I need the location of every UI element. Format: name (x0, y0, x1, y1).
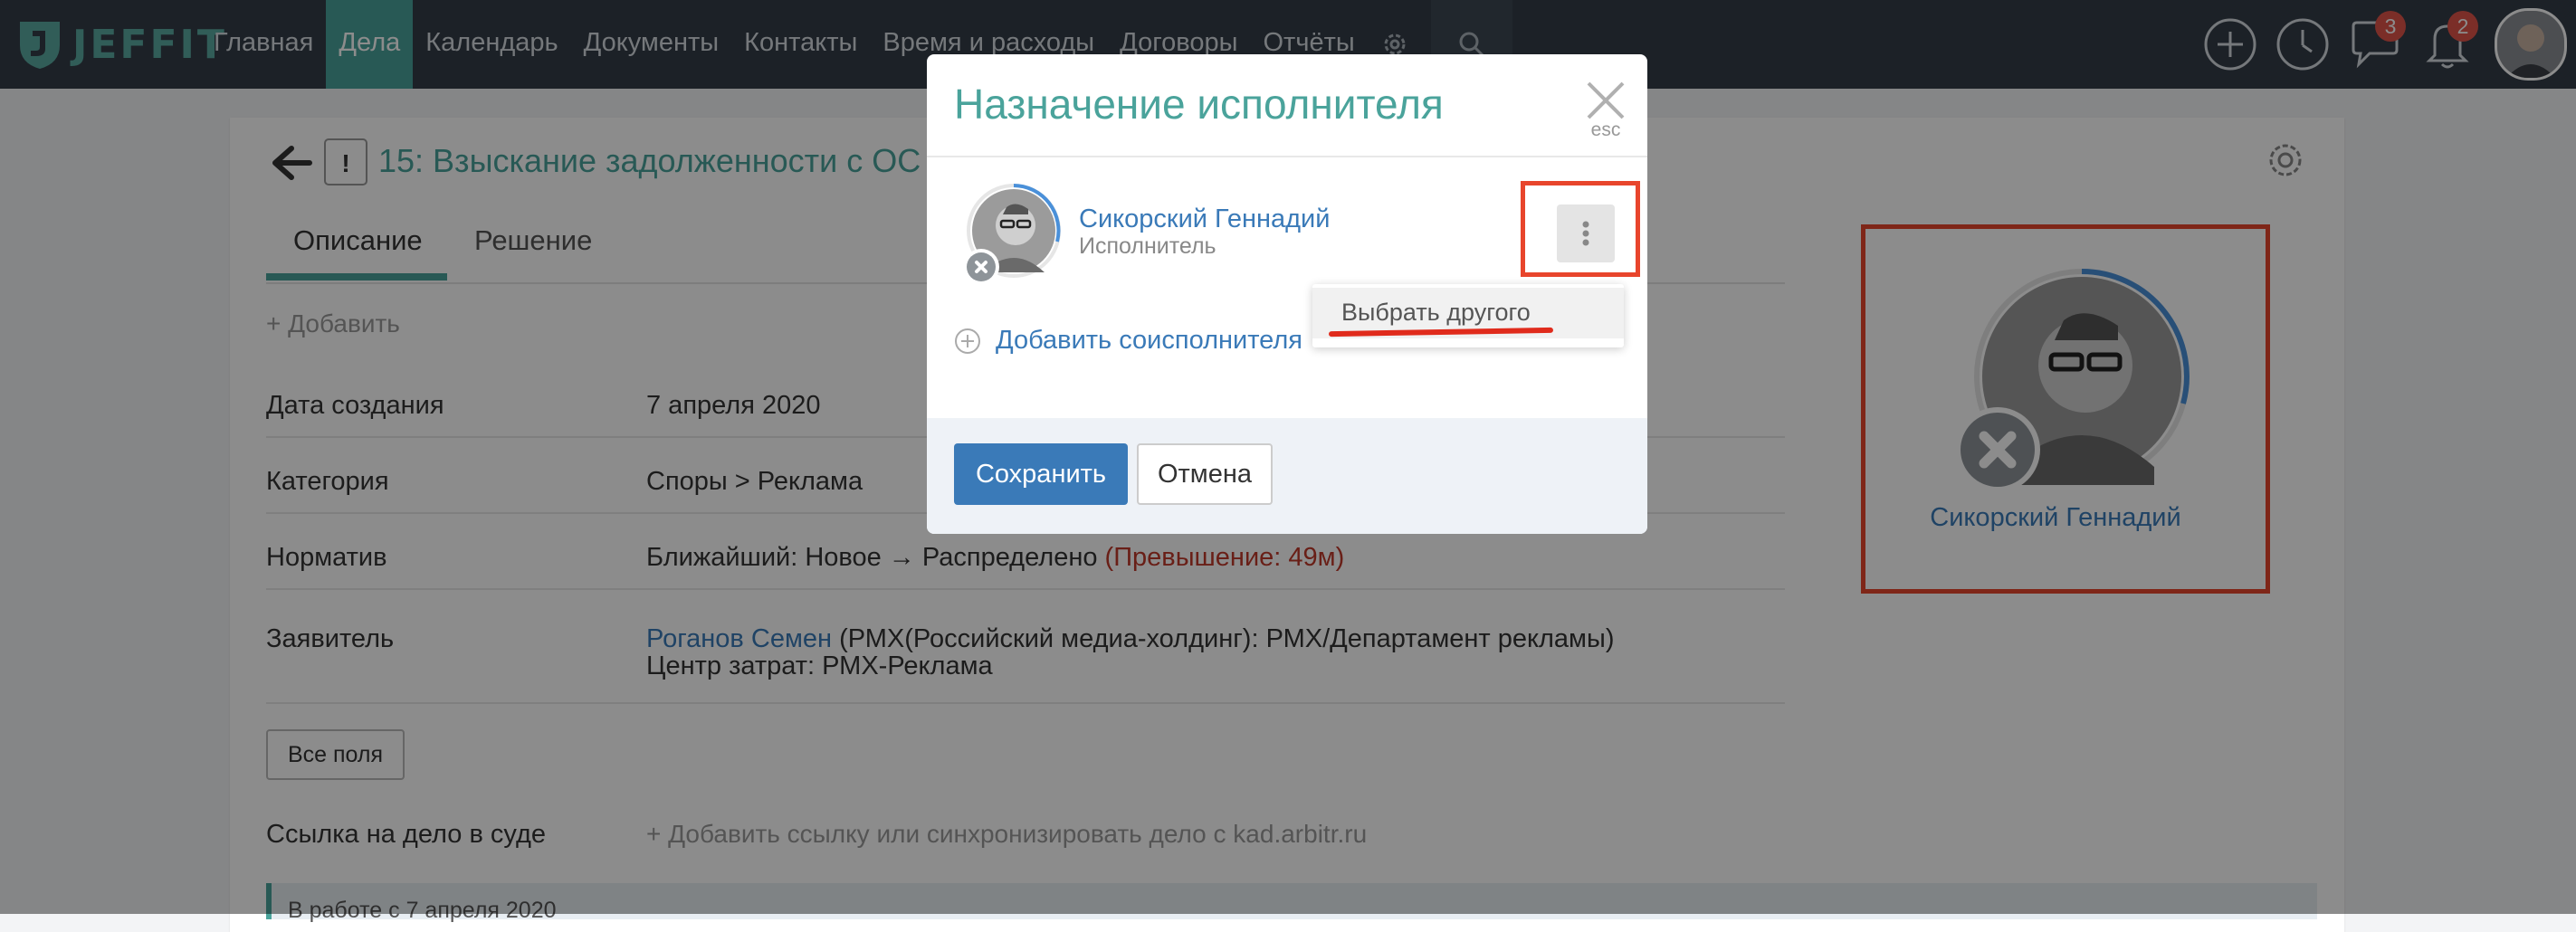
cancel-button[interactable]: Отмена (1137, 443, 1273, 505)
highlight-box-kebab (1521, 181, 1640, 277)
remove-executor-icon[interactable] (967, 252, 996, 281)
close-button[interactable]: esc (1580, 80, 1631, 143)
close-icon (1587, 81, 1625, 119)
executor-role: Исполнитель (1079, 233, 1216, 259)
add-coexecutor-link[interactable]: Добавить соисполнителя (954, 326, 1302, 356)
add-coexecutor-label: Добавить соисполнителя (996, 326, 1302, 355)
options-dropdown: Выбрать другого (1312, 284, 1624, 347)
executor-name[interactable]: Сикорский Геннадий (1079, 204, 1330, 234)
modal-title: Назначение исполнителя (954, 81, 1444, 128)
divider (927, 156, 1647, 157)
plus-circle-icon (955, 328, 980, 354)
menu-item-label: Выбрать другого (1341, 299, 1531, 326)
assign-executor-modal: Назначение исполнителя esc Сикорский Ген… (927, 54, 1647, 534)
save-button[interactable]: Сохранить (954, 443, 1128, 505)
esc-hint: esc (1590, 119, 1621, 140)
